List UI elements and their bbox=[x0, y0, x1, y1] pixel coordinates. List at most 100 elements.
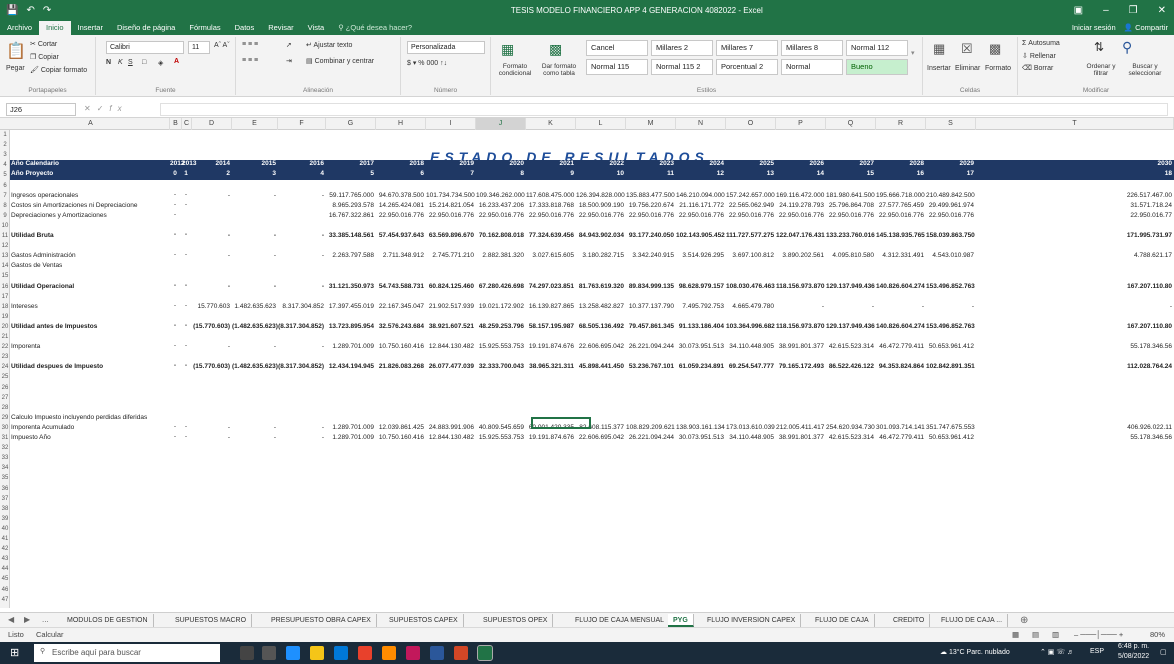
table-cell[interactable]: - bbox=[170, 232, 180, 238]
row-header[interactable]: 39 bbox=[0, 514, 10, 524]
table-cell[interactable]: 38.921.607.521 bbox=[426, 323, 474, 330]
page-break-icon[interactable]: ▥ bbox=[1052, 630, 1059, 639]
office-icon[interactable] bbox=[406, 646, 420, 660]
table-cell[interactable]: 32.333.700.043 bbox=[476, 363, 524, 370]
table-cell[interactable]: - bbox=[170, 192, 180, 198]
sheet-tab[interactable]: MODULOS DE GESTION bbox=[62, 614, 154, 627]
table-cell[interactable]: 406.926.022.11 bbox=[976, 424, 1172, 431]
table-cell[interactable]: 19.021.172.902 bbox=[476, 303, 524, 310]
row-header[interactable]: 24 bbox=[0, 362, 10, 372]
column-header-i[interactable]: I bbox=[426, 118, 476, 130]
table-cell[interactable]: 12.434.194.945 bbox=[326, 363, 374, 370]
table-cell[interactable]: 45.898.441.450 bbox=[576, 363, 624, 370]
table-cell[interactable]: 94.670.378.500 bbox=[376, 192, 424, 199]
table-cell[interactable]: 158.039.863.750 bbox=[926, 232, 975, 239]
style-millares-7[interactable]: Millares 7 bbox=[716, 40, 778, 56]
table-cell[interactable]: 153.496.852.763 bbox=[926, 323, 975, 330]
row-label[interactable]: Imporenta Acumulado bbox=[10, 424, 180, 431]
table-cell[interactable]: 42.615.523.314 bbox=[826, 434, 874, 441]
table-cell[interactable]: - bbox=[278, 192, 324, 199]
table-cell[interactable]: 138.903.161.134 bbox=[676, 424, 725, 431]
table-cell[interactable]: 93.177.240.050 bbox=[626, 232, 674, 239]
table-cell[interactable]: 108.030.476.463 bbox=[726, 283, 775, 290]
word-icon[interactable] bbox=[430, 646, 444, 660]
table-cell[interactable]: 31.571.718.24 bbox=[976, 202, 1172, 209]
sheet-tab[interactable]: PRESUPUESTO OBRA CAPEX bbox=[266, 614, 377, 627]
table-cell[interactable]: 68.505.136.492 bbox=[576, 323, 624, 330]
row-header[interactable]: 28 bbox=[0, 403, 10, 413]
sheet-tab[interactable]: FLUJO DE CAJA MENSUAL bbox=[570, 614, 671, 627]
row-header[interactable]: 20 bbox=[0, 322, 10, 332]
table-cell[interactable]: 18.500.909.190 bbox=[576, 202, 624, 209]
table-cell[interactable]: 79.165.172.493 bbox=[776, 363, 824, 370]
table-cell[interactable]: 3.180.282.715 bbox=[576, 252, 624, 259]
table-cell[interactable]: 29.499.961.974 bbox=[926, 202, 974, 209]
table-cell[interactable]: 4.312.331.491 bbox=[876, 252, 924, 259]
formula-icons[interactable]: ✕✓fx bbox=[84, 104, 128, 113]
paste-button[interactable]: Pegar bbox=[6, 65, 25, 72]
maximize-button[interactable]: ❐ bbox=[1129, 5, 1138, 16]
clock-time[interactable]: 6:48 p. m. bbox=[1118, 643, 1149, 650]
column-header-b[interactable]: B bbox=[170, 118, 182, 130]
table-cell[interactable]: - bbox=[182, 303, 190, 309]
row-header[interactable]: 6 bbox=[0, 181, 10, 191]
table-cell[interactable]: - bbox=[232, 283, 276, 290]
minimize-button[interactable]: – bbox=[1103, 5, 1109, 16]
table-cell[interactable]: - bbox=[170, 343, 180, 349]
table-cell[interactable]: - bbox=[192, 424, 230, 431]
row-header[interactable]: 23 bbox=[0, 352, 10, 362]
table-cell[interactable]: 32.576.243.684 bbox=[376, 323, 424, 330]
row-label[interactable]: Utilidad antes de Impuestos bbox=[10, 323, 180, 330]
column-header-m[interactable]: M bbox=[626, 118, 676, 130]
calculate-button[interactable]: Calcular bbox=[36, 630, 64, 639]
column-header-o[interactable]: O bbox=[726, 118, 776, 130]
table-cell[interactable]: (1.482.635.623) bbox=[232, 363, 278, 370]
table-cell[interactable]: - bbox=[278, 343, 324, 350]
sort-filter-icon[interactable]: ⇅ bbox=[1094, 40, 1104, 54]
delete-cells-icon[interactable]: ☒ bbox=[961, 41, 973, 57]
table-cell[interactable]: 3.514.926.295 bbox=[676, 252, 724, 259]
table-cell[interactable]: 16.233.437.206 bbox=[476, 202, 524, 209]
sheet-tab[interactable]: FLUJO INVERSION CAPEX bbox=[702, 614, 802, 627]
table-cell[interactable]: 15.770.603 bbox=[192, 303, 230, 310]
table-cell[interactable]: 22.950.016.776 bbox=[726, 212, 774, 219]
table-cell[interactable]: - bbox=[170, 323, 180, 329]
table-cell[interactable]: - bbox=[232, 232, 276, 239]
insert-cells-icon[interactable]: ▦ bbox=[933, 41, 945, 57]
table-cell[interactable]: 112.028.764.24 bbox=[976, 363, 1172, 370]
table-cell[interactable]: 12.844.130.482 bbox=[426, 343, 474, 350]
row-header[interactable]: 46 bbox=[0, 585, 10, 595]
table-cell[interactable]: 108.829.209.621 bbox=[626, 424, 675, 431]
table-cell[interactable]: 351.747.675.553 bbox=[926, 424, 975, 431]
table-cell[interactable]: 15.214.821.054 bbox=[426, 202, 474, 209]
table-cell[interactable]: 171.995.731.97 bbox=[976, 232, 1172, 239]
column-header-p[interactable]: P bbox=[776, 118, 826, 130]
table-cell[interactable]: 53.236.767.101 bbox=[626, 363, 674, 370]
row-header[interactable]: 34 bbox=[0, 463, 10, 473]
row-header[interactable]: 43 bbox=[0, 554, 10, 564]
redo-icon[interactable]: ↷ bbox=[43, 5, 51, 16]
table-cell[interactable]: 117.608.475.000 bbox=[526, 192, 574, 199]
table-cell[interactable]: 7.495.792.753 bbox=[676, 303, 724, 310]
table-cell[interactable]: - bbox=[826, 303, 874, 310]
format-cells-button[interactable]: Formato bbox=[985, 65, 1011, 72]
format-cells-icon[interactable]: ▩ bbox=[989, 41, 1001, 57]
table-cell[interactable]: - bbox=[192, 192, 230, 199]
notifications-icon[interactable]: ▢ bbox=[1160, 648, 1167, 656]
table-cell[interactable]: 61.059.234.891 bbox=[676, 363, 724, 370]
tab-formulas[interactable]: Fórmulas bbox=[182, 21, 227, 35]
table-cell[interactable]: 103.364.996.682 bbox=[726, 323, 775, 330]
chrome-icon[interactable] bbox=[358, 646, 372, 660]
conditional-format-button[interactable]: Formato condicional bbox=[493, 63, 537, 77]
windows-start-icon[interactable]: ⊞ bbox=[10, 646, 19, 659]
row-header[interactable]: 7 bbox=[0, 191, 10, 201]
row-header[interactable]: 16 bbox=[0, 282, 10, 292]
table-cell[interactable]: (1.482.635.623) bbox=[232, 323, 278, 330]
style-cancel[interactable]: Cancel bbox=[586, 40, 648, 56]
tab-diseno-pagina[interactable]: Diseño de página bbox=[110, 21, 182, 35]
sheet-tab[interactable]: FLUJO DE CAJA ... bbox=[936, 614, 1009, 627]
row-header[interactable]: 37 bbox=[0, 494, 10, 504]
row-header[interactable]: 22 bbox=[0, 342, 10, 352]
column-header-f[interactable]: F bbox=[278, 118, 326, 130]
tab-vista[interactable]: Vista bbox=[301, 21, 332, 35]
